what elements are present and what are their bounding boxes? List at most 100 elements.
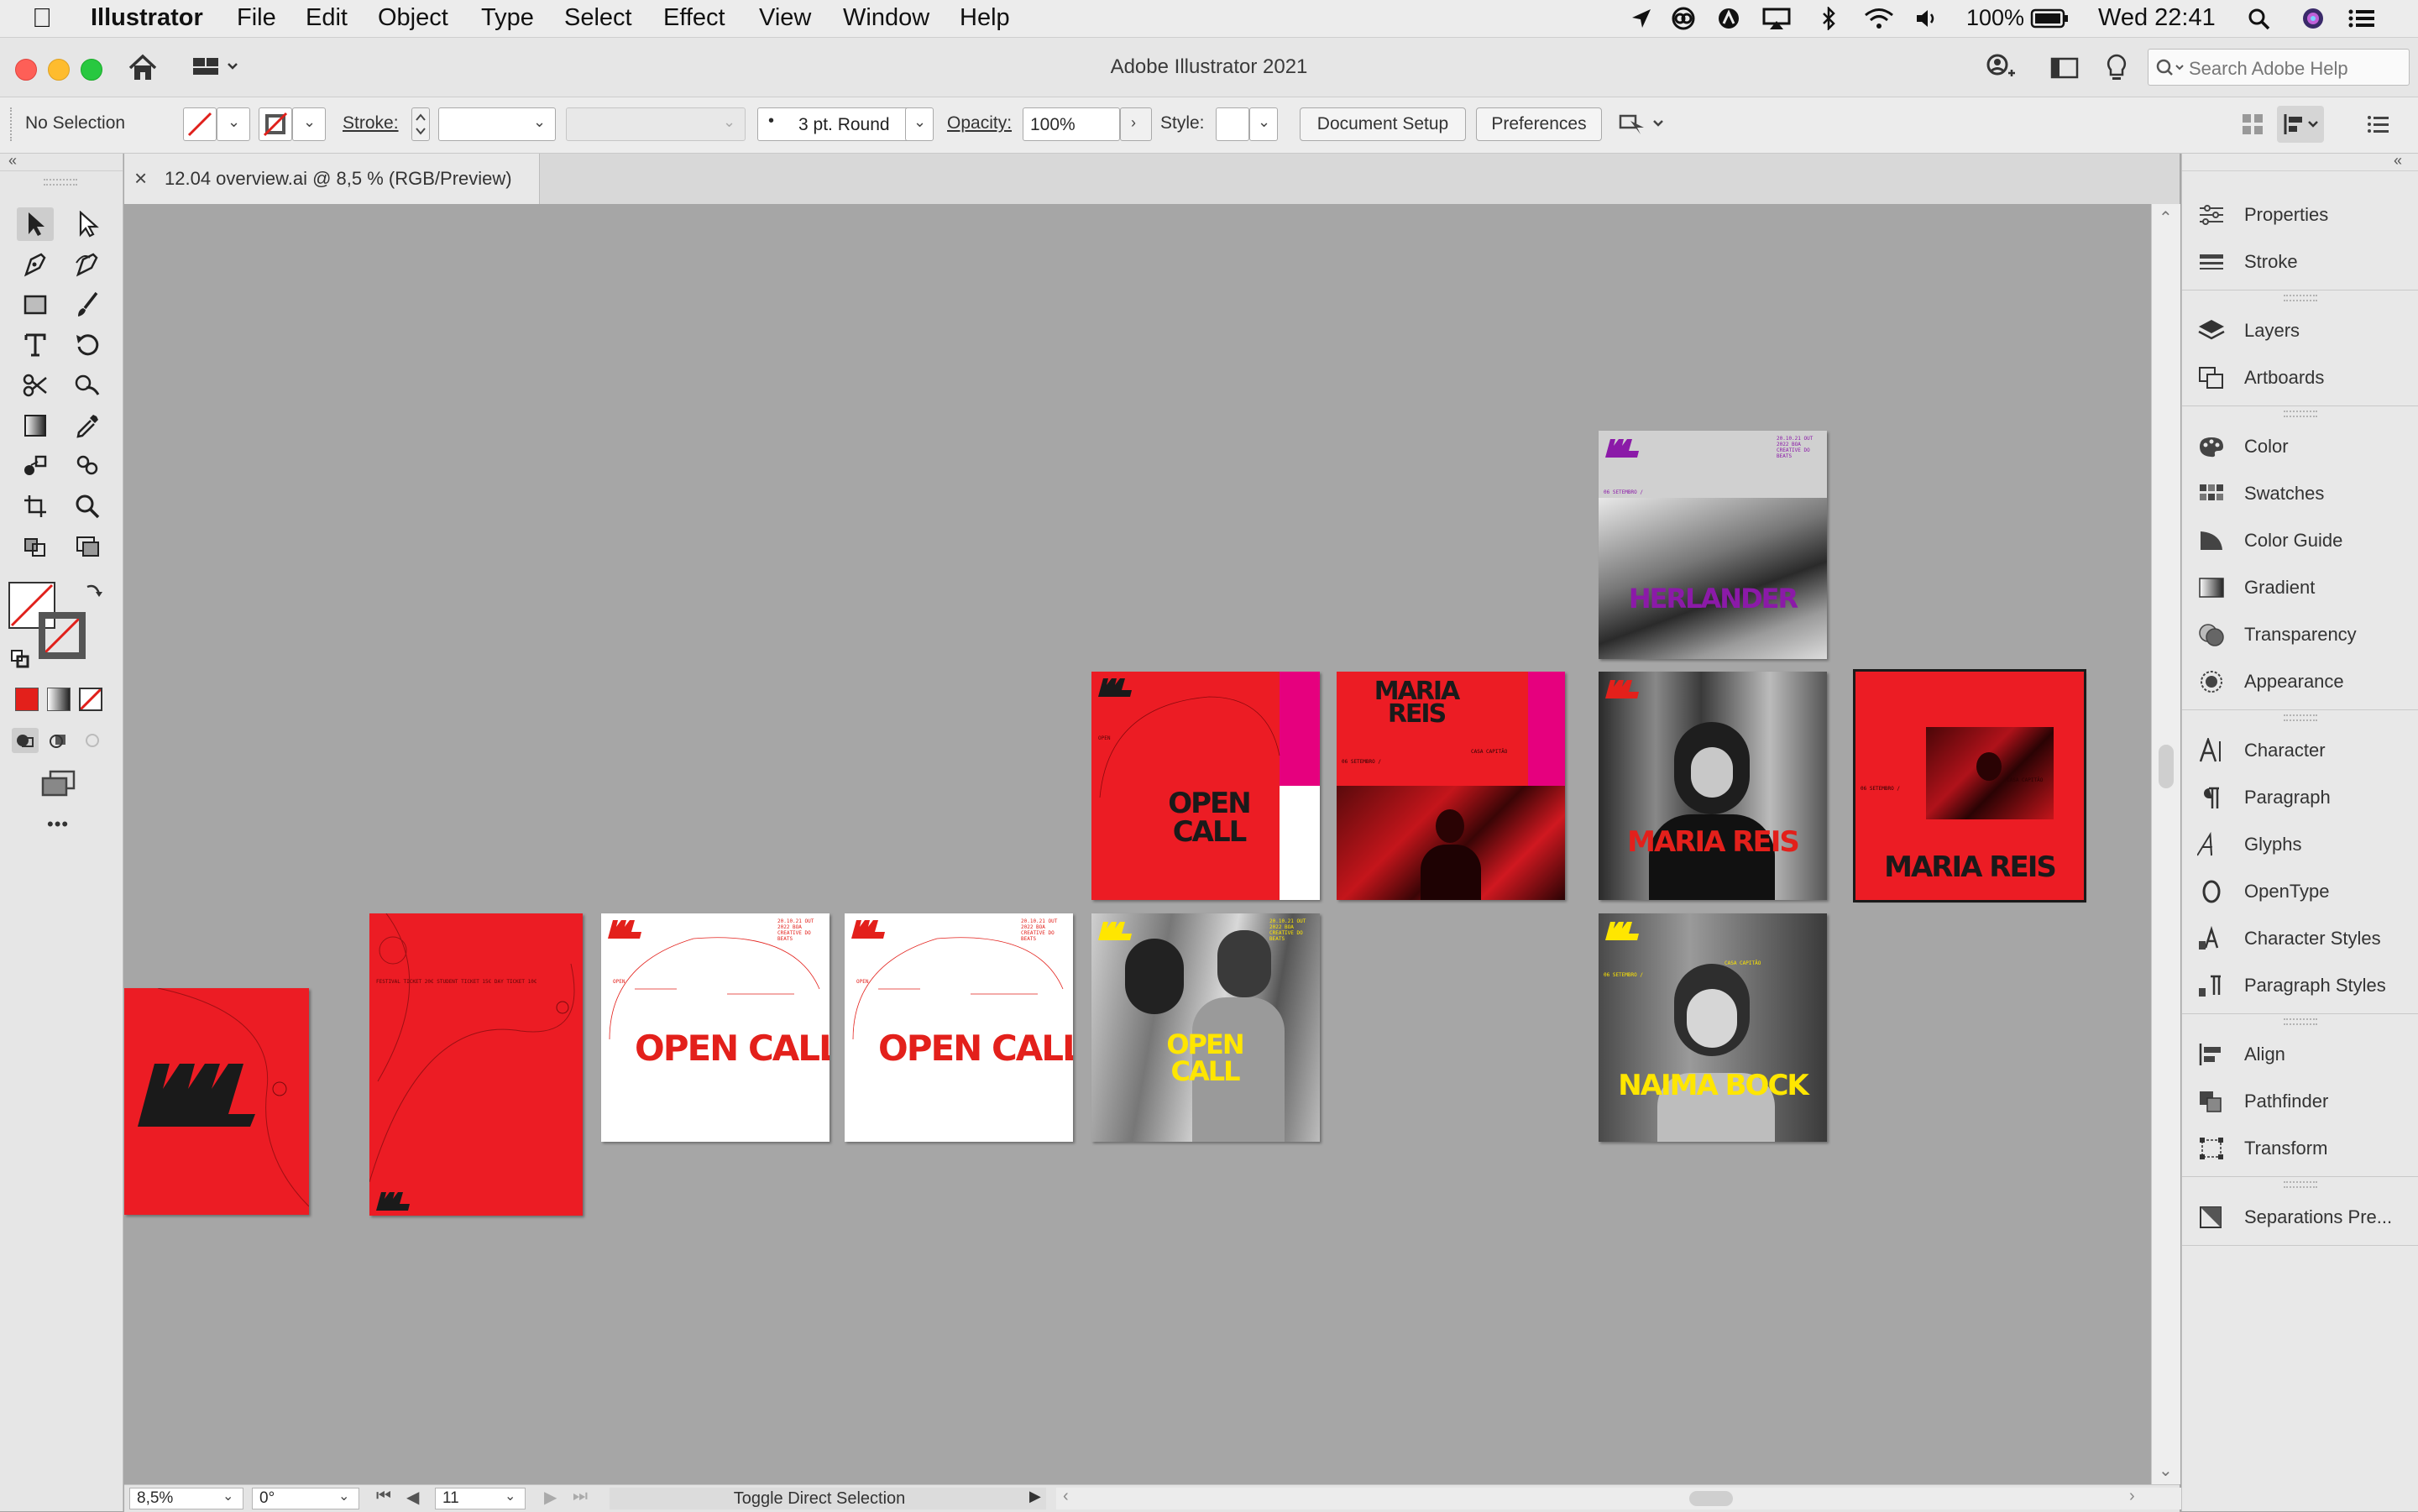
panel-gradient[interactable]: Gradient: [2196, 568, 2414, 607]
siri-icon[interactable]: [2300, 7, 2326, 30]
artboard-maria-reis-bw[interactable]: MARIA REIS: [1599, 672, 1827, 900]
vertical-scrollbar[interactable]: ⌃ ⌄: [2151, 204, 2180, 1484]
symbol-sprayer-tool-icon[interactable]: [69, 449, 106, 483]
panel-character-styles[interactable]: Character Styles: [2196, 919, 2414, 958]
menubar-clock[interactable]: Wed 22:41: [2098, 4, 2216, 32]
volume-icon[interactable]: [1914, 7, 1939, 30]
type-tool-icon[interactable]: [17, 328, 54, 362]
panel-opentype[interactable]: OpenType: [2196, 872, 2414, 911]
vertical-scroll-thumb[interactable]: [2159, 745, 2174, 788]
pen-tool-icon[interactable]: [17, 248, 54, 281]
artboard-maria-reis-red-photo[interactable]: MARIA REIS 06 SETEMBRO / CASA CAPITÃO: [1337, 672, 1565, 900]
artboard-open-call-white-1[interactable]: 20.10.21 OUT 2022 BOA CREATIVE DO BEATS …: [601, 913, 830, 1142]
location-icon[interactable]: [1629, 7, 1654, 30]
panel-group-grip[interactable]: [2284, 714, 2317, 721]
variable-width-profile[interactable]: ⌄: [566, 107, 746, 141]
user-account-icon[interactable]: [1983, 53, 2017, 83]
warp-tool-icon[interactable]: [69, 369, 106, 402]
panel-appearance[interactable]: Appearance: [2196, 662, 2414, 701]
zoom-dropdown-icon[interactable]: ⌄: [222, 1487, 233, 1507]
stroke-weight-field[interactable]: ⌄: [438, 107, 556, 141]
collapse-panel-icon[interactable]: «: [8, 152, 17, 170]
artboard-herlander[interactable]: 20.10.21 OUT 2022 BOA CREATIVE DO BEATS …: [1599, 431, 1827, 659]
document-tab[interactable]: × 12.04 overview.ai @ 8,5 % (RGB/Preview…: [124, 154, 540, 204]
close-document-icon[interactable]: ×: [134, 165, 147, 191]
apple-icon[interactable]: : [32, 3, 52, 34]
tools-grip[interactable]: [44, 179, 77, 186]
stroke-weight-stepper[interactable]: [411, 107, 430, 141]
shape-builder-tool-icon[interactable]: [17, 530, 54, 563]
horizontal-scrollbar[interactable]: ‹ ›: [1056, 1487, 2181, 1509]
paintbrush-tool-icon[interactable]: [69, 288, 106, 322]
last-artboard-icon[interactable]: ⏭: [573, 1487, 588, 1506]
color-mode-icon[interactable]: [15, 688, 39, 711]
draw-normal-icon[interactable]: [12, 728, 39, 753]
scroll-right-icon[interactable]: ›: [2129, 1487, 2135, 1506]
curvature-tool-icon[interactable]: [69, 248, 106, 281]
artboard-maria-reis-red-selected[interactable]: 06 SETEMBRO / CASA CAPITÃO MARIA REIS: [1853, 669, 2086, 902]
scroll-down-icon[interactable]: ⌄: [2159, 1460, 2173, 1481]
spotlight-search-icon[interactable]: [2247, 7, 2272, 30]
stroke-color-dropdown[interactable]: ⌄: [292, 107, 326, 141]
artboard-open-call-white-2[interactable]: 20.10.21 OUT 2022 BOA CREATIVE DO BEATS …: [845, 913, 1073, 1142]
panel-color-guide[interactable]: Color Guide: [2196, 521, 2414, 560]
status-menu-arrow[interactable]: ▶: [1029, 1488, 1041, 1505]
wifi-icon[interactable]: [1862, 7, 1896, 30]
panel-pathfinder[interactable]: Pathfinder: [2196, 1082, 2414, 1121]
panel-separations-preview[interactable]: Separations Pre...: [2196, 1198, 2414, 1237]
gradient-mode-icon[interactable]: [47, 688, 71, 711]
panel-color[interactable]: Color: [2196, 427, 2414, 466]
panel-paragraph-styles[interactable]: Paragraph Styles: [2196, 966, 2414, 1005]
control-panel-menu-icon[interactable]: [2366, 112, 2391, 136]
rotation-field[interactable]: 0° ⌄: [252, 1488, 359, 1509]
document-setup-button[interactable]: Document Setup: [1300, 107, 1466, 141]
rectangle-tool-icon[interactable]: [17, 288, 54, 322]
rotate-tool-icon[interactable]: [69, 328, 106, 362]
stroke-color-icon[interactable]: [39, 612, 86, 659]
artboard-red-logo[interactable]: [124, 988, 309, 1215]
menu-select[interactable]: Select: [564, 4, 632, 32]
panel-layers[interactable]: Layers: [2196, 311, 2414, 350]
panel-group-grip[interactable]: [2284, 295, 2317, 301]
app-status-icon[interactable]: [1716, 7, 1741, 30]
zoom-field[interactable]: 8,5% ⌄: [129, 1488, 243, 1509]
creative-cloud-icon[interactable]: [1671, 7, 1696, 30]
panel-glyphs[interactable]: Glyphs: [2196, 825, 2414, 864]
panel-character[interactable]: Character: [2196, 731, 2414, 770]
graphic-style-dropdown[interactable]: ⌄: [1249, 107, 1278, 141]
arrange-documents-icon[interactable]: [2050, 56, 2079, 80]
artboard-number-field[interactable]: 11 ⌄: [435, 1488, 526, 1509]
horizontal-scroll-thumb[interactable]: [1689, 1491, 1733, 1506]
home-icon[interactable]: [127, 53, 159, 83]
menu-effect[interactable]: Effect: [663, 4, 725, 32]
direct-selection-tool-icon[interactable]: [69, 207, 106, 241]
draw-behind-icon[interactable]: [45, 728, 72, 753]
panel-transparency[interactable]: Transparency: [2196, 615, 2414, 654]
menu-app-name[interactable]: Illustrator: [91, 4, 203, 32]
fill-dropdown[interactable]: ⌄: [217, 107, 250, 141]
control-bar-grip[interactable]: [10, 107, 15, 141]
draw-mode-icon[interactable]: [69, 530, 106, 563]
stroke-swatch[interactable]: [259, 107, 292, 141]
lightbulb-icon[interactable]: [2104, 53, 2129, 83]
gradient-tool-icon[interactable]: [17, 409, 54, 442]
menu-object[interactable]: Object: [378, 4, 448, 32]
panel-artboards[interactable]: Artboards: [2196, 358, 2414, 397]
default-fill-stroke-icon[interactable]: [10, 649, 30, 669]
artboard-dropdown-icon[interactable]: ⌄: [505, 1487, 516, 1507]
panel-group-grip[interactable]: [2284, 411, 2317, 417]
menu-view[interactable]: View: [759, 4, 811, 32]
align-to-selection-button[interactable]: [2277, 106, 2324, 143]
document-canvas[interactable]: FESTIVAL TICKET 20€ STUDENT TICKET 15€ D…: [124, 204, 2151, 1484]
blend-tool-icon[interactable]: [17, 449, 54, 483]
artboard-open-call-red[interactable]: OPEN OPEN CALL: [1091, 672, 1320, 900]
scroll-up-icon[interactable]: ⌃: [2159, 207, 2173, 228]
fill-swatch[interactable]: [183, 107, 217, 141]
panel-group-grip[interactable]: [2284, 1181, 2317, 1188]
close-window-button[interactable]: [15, 59, 37, 81]
eyedropper-tool-icon[interactable]: [69, 409, 106, 442]
airplay-icon[interactable]: [1761, 7, 1792, 30]
none-mode-icon[interactable]: [79, 688, 102, 711]
menu-type[interactable]: Type: [481, 4, 534, 32]
battery-icon[interactable]: [2030, 7, 2069, 30]
